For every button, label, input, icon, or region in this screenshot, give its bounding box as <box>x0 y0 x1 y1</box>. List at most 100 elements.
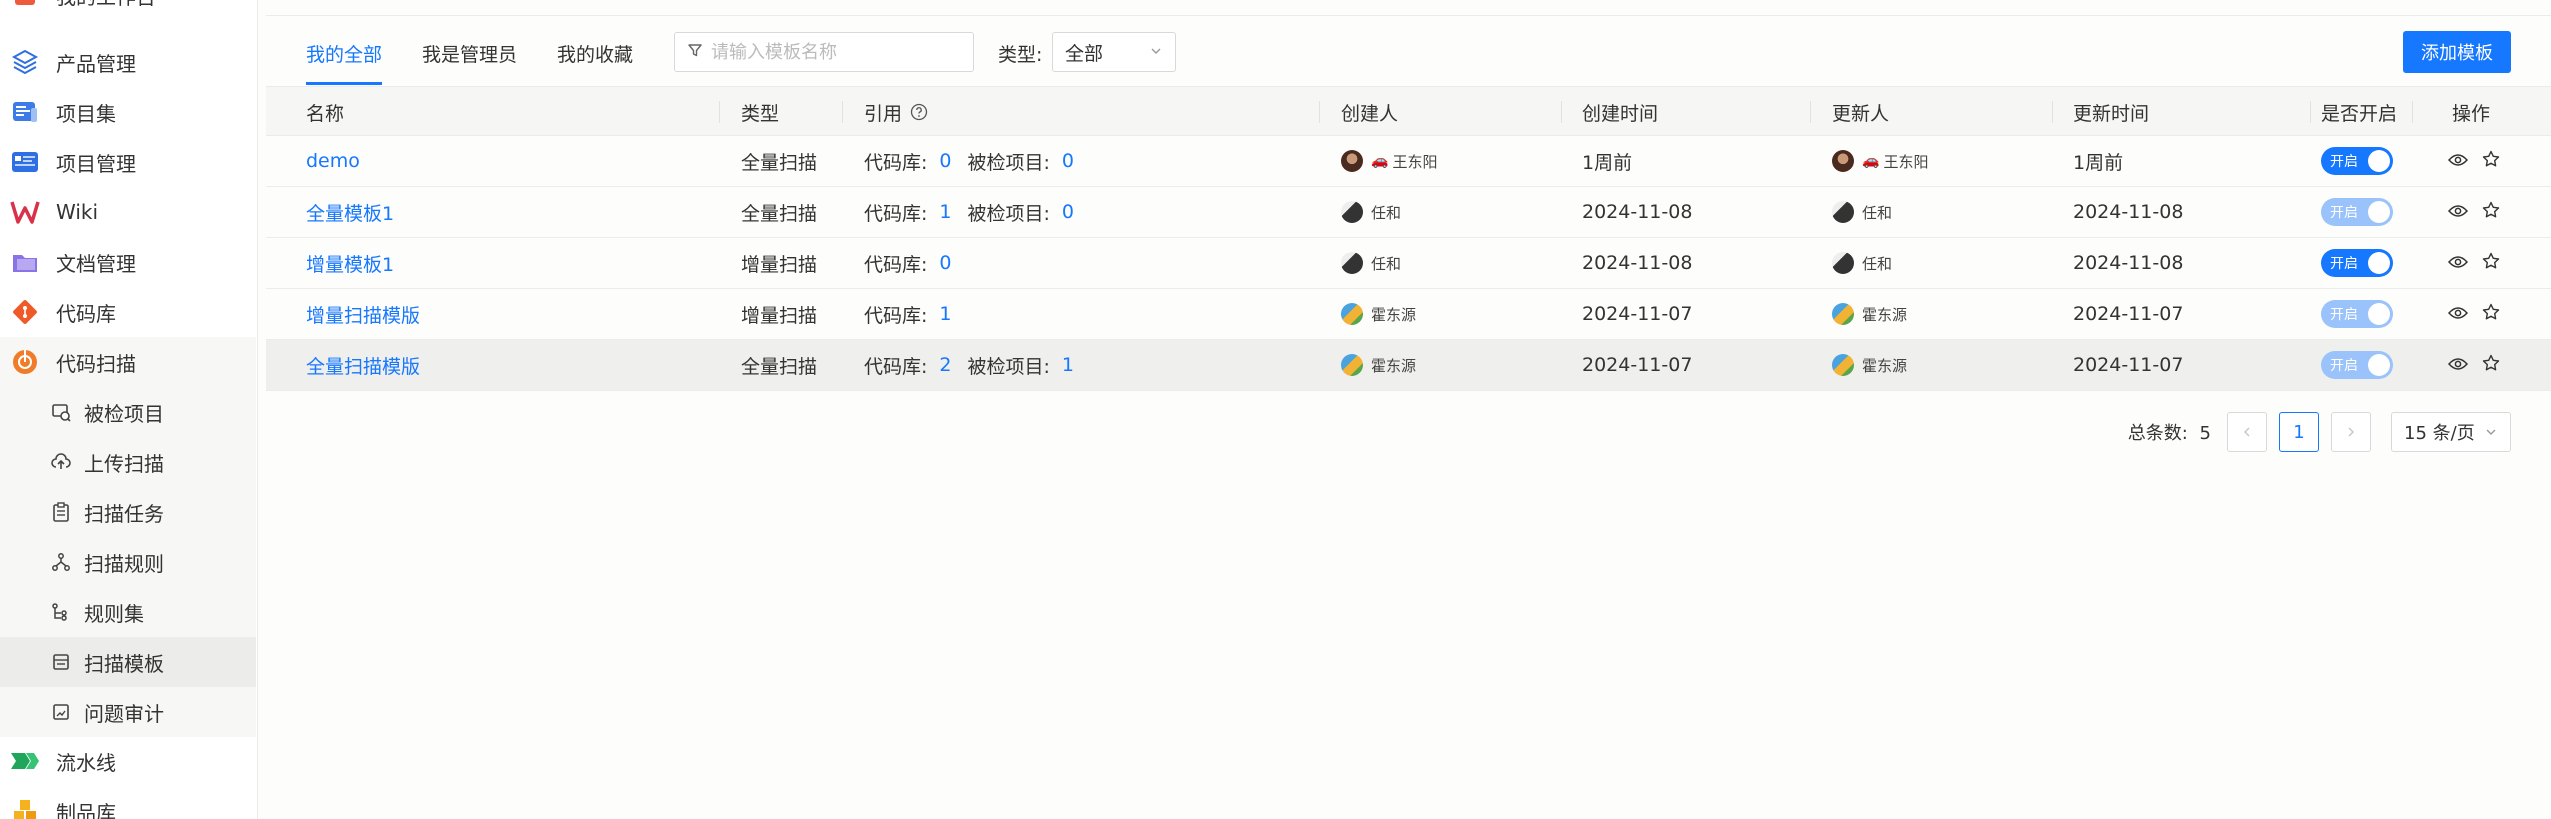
sidebar-subitem-label: 规则集 <box>84 601 144 626</box>
star-icon[interactable] <box>2482 252 2500 275</box>
car-emoji-icon: 🚗 <box>1862 153 1880 169</box>
next-page-button[interactable] <box>2331 412 2371 452</box>
type-filter-label: 类型: <box>998 44 1043 66</box>
header-name: 名称 <box>306 102 345 125</box>
creator-cell: 霍东源 <box>1341 340 1416 390</box>
sidebar-item-wiki[interactable]: Wiki <box>0 187 256 237</box>
sidebar-item-artifact[interactable]: 制品库 <box>0 786 256 819</box>
toggle-label: 开启 <box>2330 205 2358 221</box>
enabled-toggle[interactable]: 开启 <box>2321 300 2393 328</box>
template-name-link[interactable]: 增量扫描模版 <box>306 289 420 339</box>
creator-cell: 霍东源 <box>1341 289 1416 339</box>
add-template-button[interactable]: 添加模板 <box>2403 31 2511 73</box>
search-input[interactable] <box>711 41 961 63</box>
column-divider <box>1561 101 1562 123</box>
creator-cell: 任和 <box>1341 187 1401 237</box>
eye-icon[interactable] <box>2447 354 2469 376</box>
enabled-cell: 开启 <box>2321 187 2393 237</box>
sidebar-item-repo[interactable]: 代码库 <box>0 287 256 337</box>
sidebar-item-label: 文档管理 <box>56 251 136 276</box>
prev-page-button[interactable] <box>2227 412 2267 452</box>
sidebar-item-code-scan[interactable]: 代码扫描 <box>0 337 256 387</box>
type-filter-select[interactable]: 全部 <box>1052 32 1176 72</box>
star-icon[interactable] <box>2482 150 2500 173</box>
sidebar-item-label: 代码库 <box>56 301 116 326</box>
project-count-link[interactable]: 0 <box>1062 201 1074 223</box>
project-count-link[interactable]: 1 <box>1062 354 1074 376</box>
sidebar-subitem-label: 扫描模板 <box>84 651 164 676</box>
repo-count-link[interactable]: 0 <box>939 252 951 274</box>
repo-count-link[interactable]: 0 <box>939 150 951 172</box>
repo-label: 代码库: <box>864 151 928 174</box>
enabled-cell: 开启 <box>2321 136 2393 186</box>
table-row[interactable]: 增量模板1 增量扫描 代码库: 0 任和 2024-11-08 任和 2024-… <box>266 238 2551 289</box>
project-count-link[interactable]: 0 <box>1062 150 1074 172</box>
chevron-right-icon <box>2348 427 2355 437</box>
enabled-toggle[interactable]: 开启 <box>2321 147 2393 175</box>
sidebar-subitem-upload-scan[interactable]: 上传扫描 <box>0 437 256 487</box>
repo-count-link[interactable]: 1 <box>939 201 951 223</box>
help-circle-icon[interactable] <box>910 103 928 121</box>
project-label: 被检项目: <box>967 202 1050 225</box>
template-name-link[interactable]: 增量模板1 <box>306 238 394 288</box>
sidebar-item-project[interactable]: 项目管理 <box>0 137 256 187</box>
sidebar-subitem-rule-set[interactable]: 规则集 <box>0 587 256 637</box>
updated-time: 2024-11-08 <box>2073 201 2184 223</box>
template-type: 全量扫描 <box>741 151 818 174</box>
task-clipboard-icon <box>50 501 72 523</box>
eye-icon[interactable] <box>2447 303 2469 325</box>
tab-all[interactable]: 我的全部 <box>306 40 383 85</box>
avatar <box>1341 150 1363 172</box>
sidebar-item-docs[interactable]: 文档管理 <box>0 237 256 287</box>
total-label: 总条数: <box>2127 423 2188 444</box>
tab-favorites[interactable]: 我的收藏 <box>557 40 633 85</box>
star-icon[interactable] <box>2482 303 2500 326</box>
star-icon[interactable] <box>2482 354 2500 377</box>
enabled-toggle[interactable]: 开启 <box>2321 351 2393 379</box>
sidebar-subitem-scan-task[interactable]: 扫描任务 <box>0 487 256 537</box>
creator-name: 任和 <box>1371 254 1402 273</box>
template-name-link[interactable]: 全量模板1 <box>306 187 394 237</box>
table-row[interactable]: 全量扫描模版 全量扫描 代码库: 2 被检项目: 1 霍东源 2024-11-0… <box>266 340 2551 391</box>
table-row[interactable]: demo 全量扫描 代码库: 0 被检项目: 0 🚗 王东阳 1周前 🚗 王东阳… <box>266 136 2551 187</box>
eye-icon[interactable] <box>2447 252 2469 274</box>
enabled-toggle[interactable]: 开启 <box>2321 249 2393 277</box>
sidebar-item-pipeline[interactable]: 流水线 <box>0 736 256 786</box>
tab-admin[interactable]: 我是管理员 <box>422 40 517 85</box>
repo-count-link[interactable]: 2 <box>939 354 951 376</box>
sidebar-item-label: 项目管理 <box>56 151 136 176</box>
template-type: 增量扫描 <box>741 253 818 276</box>
sidebar-item-workbench[interactable]: 我的工作台 <box>0 0 256 20</box>
table-row[interactable]: 全量模板1 全量扫描 代码库: 1 被检项目: 0 任和 2024-11-08 … <box>266 187 2551 238</box>
reference-cell: 代码库: 0 被检项目: 0 <box>864 136 1090 186</box>
eye-icon[interactable] <box>2447 201 2469 223</box>
sidebar-subitem-scan-rules[interactable]: 扫描规则 <box>0 537 256 587</box>
eye-icon[interactable] <box>2447 150 2469 172</box>
template-name-link[interactable]: 全量扫描模版 <box>306 340 420 390</box>
sidebar-item-product[interactable]: 产品管理 <box>0 37 256 87</box>
reference-cell: 代码库: 0 <box>864 238 968 288</box>
column-divider <box>1810 101 1811 123</box>
toggle-knob <box>2368 303 2390 325</box>
sidebar-subitem-label: 扫描规则 <box>84 551 164 576</box>
audit-icon <box>50 701 72 723</box>
avatar <box>1832 354 1854 376</box>
star-icon[interactable] <box>2482 201 2500 224</box>
header-created-time: 创建时间 <box>1582 102 1659 125</box>
chevron-left-icon <box>2243 427 2250 437</box>
sidebar-subitem-issue-audit[interactable]: 问题审计 <box>0 687 256 737</box>
table-row[interactable]: 增量扫描模版 增量扫描 代码库: 1 霍东源 2024-11-07 霍东源 20… <box>266 289 2551 340</box>
page-size-select[interactable]: 15 条/页 <box>2391 412 2511 452</box>
enabled-toggle[interactable]: 开启 <box>2321 198 2393 226</box>
page-number-button[interactable]: 1 <box>2279 412 2319 452</box>
sidebar-item-project-set[interactable]: 项目集 <box>0 87 256 137</box>
sidebar-subitem-scan-template[interactable]: 扫描模板 <box>0 637 256 687</box>
chevron-down-icon <box>1149 41 1163 63</box>
main-content: 我的全部 我是管理员 我的收藏 类型: 全部 添加模板 名称 类型 引用 <box>266 0 2551 819</box>
updated-time: 2024-11-08 <box>2073 252 2184 274</box>
sidebar-subitem-checked-project[interactable]: 被检项目 <box>0 387 256 437</box>
template-name-link[interactable]: demo <box>306 136 360 186</box>
actions-cell <box>2447 136 2500 186</box>
created-time: 2024-11-08 <box>1582 201 1693 223</box>
repo-count-link[interactable]: 1 <box>939 303 951 325</box>
